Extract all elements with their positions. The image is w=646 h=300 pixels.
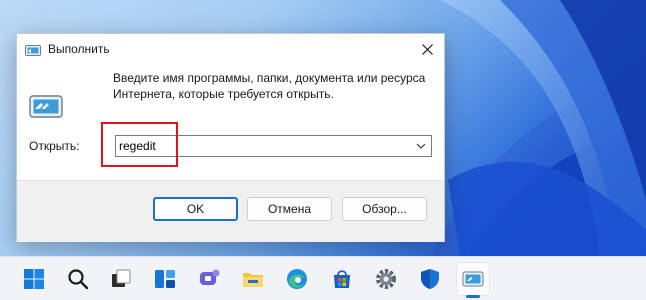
taskbar-widgets[interactable] (149, 263, 181, 295)
taskbar-store[interactable] (326, 263, 358, 295)
security-icon (421, 269, 439, 289)
ok-button[interactable]: OK (153, 197, 238, 221)
run-icon (462, 271, 484, 287)
open-label: Открыть: (29, 139, 80, 153)
browse-button[interactable]: Обзор... (342, 197, 427, 221)
taskbar (0, 256, 646, 300)
edge-icon (287, 269, 307, 289)
run-large-icon (29, 94, 63, 120)
start-icon (24, 269, 44, 289)
file-explorer-icon (243, 273, 263, 287)
dialog-footer: OK Отмена Обзор... (17, 180, 444, 242)
start-button[interactable] (18, 263, 50, 295)
widgets-icon (155, 270, 175, 288)
taskbar-edge[interactable] (281, 263, 313, 295)
dialog-description: Введите имя программы, папки, документа … (113, 71, 426, 101)
taskbar-task-view[interactable] (105, 263, 137, 295)
search-icon (68, 269, 89, 290)
taskbar-run[interactable] (457, 263, 489, 298)
teams-chat-icon (200, 269, 220, 285)
run-app-icon (25, 43, 41, 57)
dialog-title: Выполнить (48, 42, 110, 56)
active-indicator (466, 295, 480, 298)
close-button[interactable] (410, 34, 444, 64)
close-icon (421, 43, 433, 55)
store-icon (334, 270, 350, 288)
run-dialog: Выполнить Введите имя программы, папки, … (16, 33, 445, 242)
settings-icon (376, 269, 396, 289)
taskbar-search[interactable] (62, 263, 94, 295)
taskbar-security[interactable] (414, 263, 446, 295)
task-view-icon (112, 269, 131, 287)
taskbar-chat[interactable] (193, 263, 225, 295)
chevron-down-icon[interactable] (416, 142, 426, 150)
dialog-titlebar[interactable]: Выполнить (17, 34, 444, 66)
cancel-button[interactable]: Отмена (247, 197, 332, 221)
taskbar-file-explorer[interactable] (237, 263, 269, 295)
highlight-box (101, 122, 178, 167)
taskbar-settings[interactable] (370, 263, 402, 295)
